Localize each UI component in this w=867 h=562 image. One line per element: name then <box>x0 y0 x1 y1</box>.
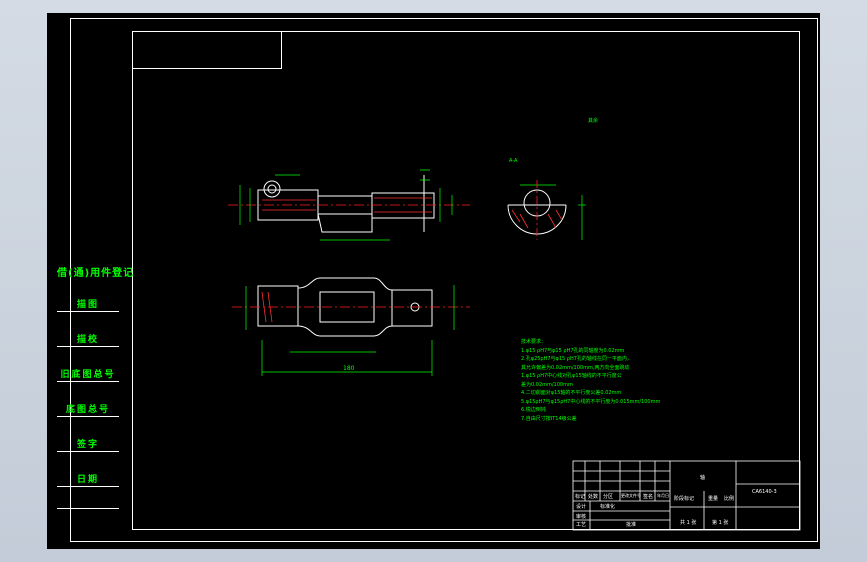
tb-label-process: 工艺 <box>576 522 587 528</box>
tech-note-line: 2.孔φ25ρH7与φ15 ρH7孔的轴线在同一平面内， <box>521 356 632 362</box>
tech-note-line: 5.φ15ρH7与φ15ρH7中心线的不平行度为0.015mm/100mm <box>521 398 661 405</box>
tb-label-design: 设计 <box>576 504 587 510</box>
section-label: A-A <box>509 158 518 164</box>
tb-label-signature: 签名 <box>643 494 654 500</box>
tb-label-change-doc: 更改文件号 <box>621 493 641 498</box>
tech-note-line: 1.φ15 ρH7与φ15 ρH7孔的同轴度为0.02mm <box>521 347 625 354</box>
tb-label-mark: 标记 <box>575 494 586 500</box>
tech-note-line: 差为0.02mm/100mm <box>521 381 573 388</box>
tech-note-line: 7.自由尺寸按IT14级公差 <box>521 415 577 422</box>
tb-label-weight: 重量 <box>708 496 719 502</box>
part-name: 轴 <box>700 475 706 481</box>
tb-label-zone: 分区 <box>603 494 614 500</box>
tb-label-scale: 比例 <box>724 496 735 502</box>
tb-label-review: 审核 <box>576 514 587 520</box>
tb-label-standard: 标准化 <box>600 504 616 510</box>
technical-notes: 技术要求： 1.φ15 ρH7与φ15 ρH7孔的同轴度为0.02mm 2.孔φ… <box>521 338 701 423</box>
tech-note-line: 其允许偏差为0.02mm/100mm,两方向全面跳动 <box>521 364 630 371</box>
front-view <box>257 175 435 233</box>
tb-label-approve: 批准 <box>626 522 637 528</box>
overall-dimension: 180 <box>343 365 355 372</box>
roughness-mark: 其余 <box>588 118 599 124</box>
tech-note-line: 4.二切削面对φ15轴的不平行度公差0.02mm <box>521 390 622 396</box>
top-dimensions <box>245 285 455 376</box>
part-drawing: 180 <box>228 169 801 531</box>
sheet-number: 第 1 张 <box>712 520 729 526</box>
tech-notes-heading: 技术要求： <box>521 339 547 345</box>
drawing-code: CA6140-3 <box>752 489 777 495</box>
sheet-count: 共 1 张 <box>680 520 697 526</box>
tech-note-line: 6.锐边倒钝 <box>521 407 546 413</box>
section-dims <box>520 184 586 240</box>
tech-note-line: 1.φ15 ρH7中心线对孔φ15轴线的不平行度公 <box>521 373 622 379</box>
tb-label-count: 处数 <box>588 494 599 500</box>
tb-label-date: 年月日 <box>657 493 669 498</box>
tb-label-stage: 阶段标记 <box>674 496 695 502</box>
